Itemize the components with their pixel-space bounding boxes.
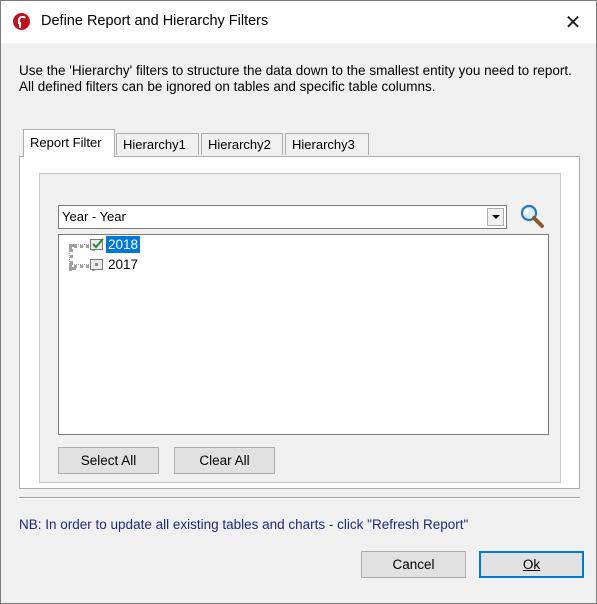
ok-label: Ok <box>522 557 541 572</box>
unchecked-node-icon[interactable] <box>90 259 103 270</box>
magnifier-icon <box>520 204 544 228</box>
tree-item-label: 2017 <box>108 257 139 272</box>
close-icon: ✕ <box>564 11 582 34</box>
refresh-note: NB: In order to update all existing tabl… <box>19 517 469 532</box>
tab-label: Report Filter <box>30 135 102 150</box>
tab-report-filter[interactable]: Report Filter <box>23 129 115 157</box>
close-button[interactable]: ✕ <box>550 1 596 43</box>
select-all-button[interactable]: Select All <box>58 447 159 474</box>
tab-label: Hierarchy3 <box>292 137 355 152</box>
tab-label: Hierarchy2 <box>208 137 271 152</box>
clear-all-button[interactable]: Clear All <box>174 447 275 474</box>
separator-line <box>19 497 580 499</box>
values-tree: 2018 2017 <box>58 234 549 435</box>
tree-item-2017[interactable]: 2017 <box>59 255 548 273</box>
field-select[interactable]: Year - Year <box>58 205 507 229</box>
cancel-button[interactable]: Cancel <box>361 551 466 578</box>
instructions-text: Use the 'Hierarchy' filters to structure… <box>19 63 572 94</box>
title-bar: Define Report and Hierarchy Filters ✕ <box>1 1 596 43</box>
tree-item-label: 2018 <box>106 236 141 253</box>
app-logo-icon <box>13 13 30 30</box>
checked-node-icon[interactable] <box>90 238 104 250</box>
chevron-down-icon[interactable] <box>487 208 504 226</box>
tab-hierarchy1[interactable]: Hierarchy1 <box>116 133 199 155</box>
tab-hierarchy2[interactable]: Hierarchy2 <box>201 133 283 155</box>
report-filter-panel: Year - Year 2018 2017 Select All Clear A… <box>19 156 580 489</box>
field-select-value: Year - Year <box>62 209 126 224</box>
ok-button[interactable]: Ok <box>479 551 584 578</box>
filter-group: Year - Year 2018 2017 Select All Clear A… <box>39 173 561 483</box>
tab-hierarchy3[interactable]: Hierarchy3 <box>285 133 369 155</box>
dialog-title: Define Report and Hierarchy Filters <box>41 13 269 29</box>
search-button[interactable] <box>518 202 546 230</box>
filter-dialog: Define Report and Hierarchy Filters ✕ Us… <box>0 0 597 604</box>
tree-item-2018[interactable]: 2018 <box>59 235 548 253</box>
tab-label: Hierarchy1 <box>123 137 186 152</box>
